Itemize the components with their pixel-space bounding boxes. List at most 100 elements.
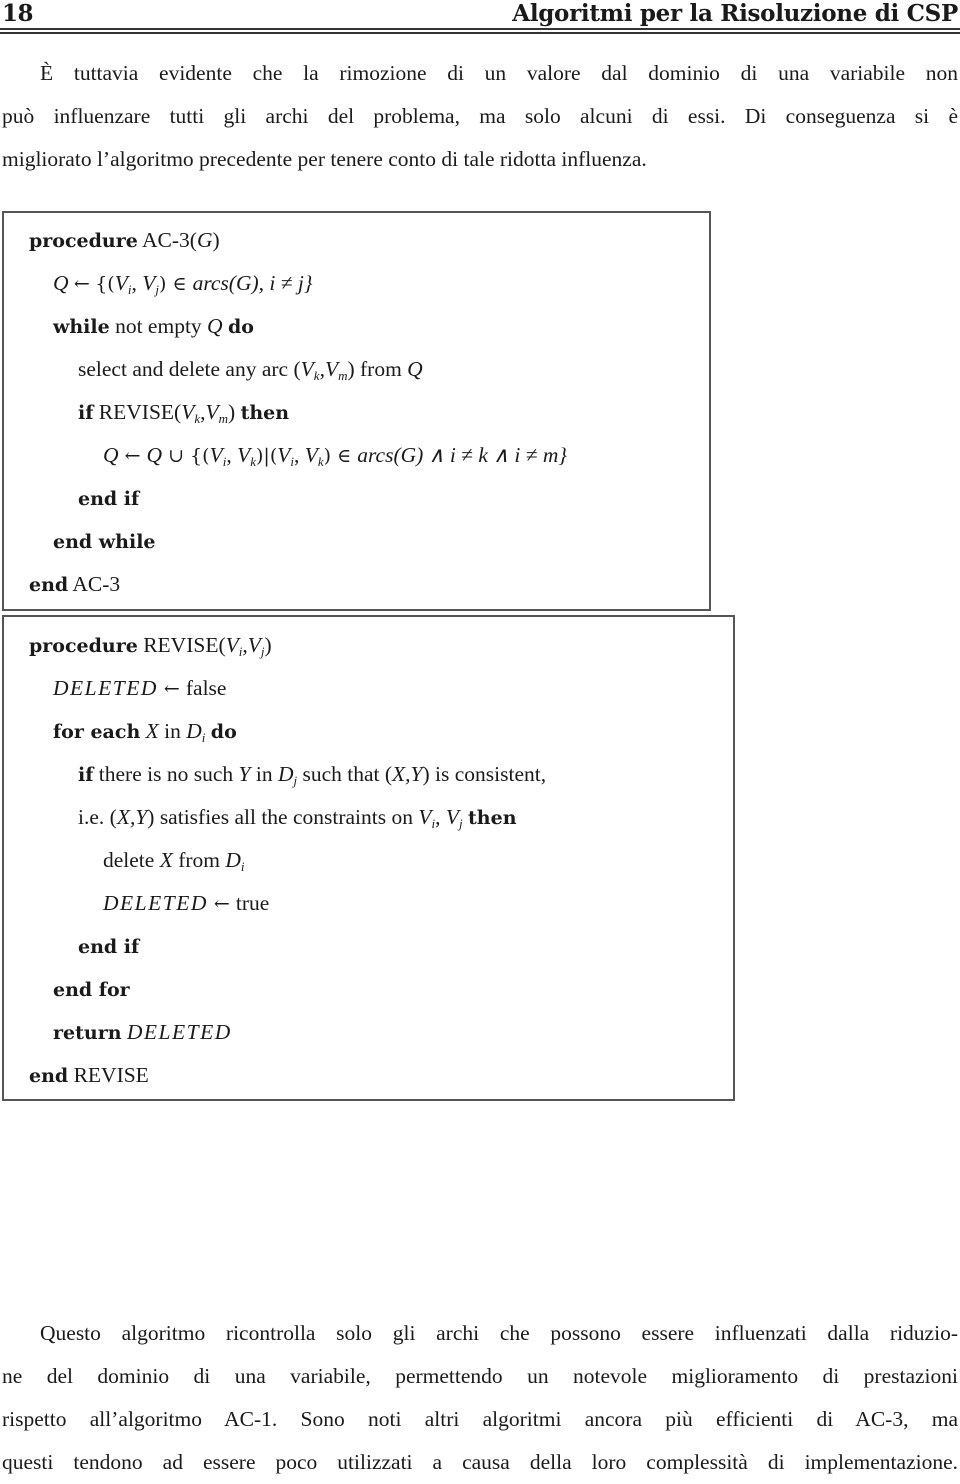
if-text: such that ( [297,762,393,786]
subscript: i [240,859,245,874]
assign-arrow: ← [157,678,186,700]
revise-call: REVISE( [93,400,182,424]
ac3-end-line: end AC-3 [29,569,120,600]
page-header: 18 Algoritmi per la Risoluzione di CSP [0,0,960,34]
keyword-return: return [53,1022,122,1044]
keyword-end-if: end if [78,488,140,510]
revise-set-true-line: DELETED ← true [103,888,269,919]
header-rule-thin [0,32,960,34]
page-number: 18 [2,0,34,27]
comma: , [435,805,446,829]
ac3-if-line: if REVISE(Vk,Vm) then [78,397,289,428]
paren: ) [264,633,272,657]
var-v: V [205,400,219,424]
element-of: ) ∈ [323,445,358,467]
var-x: X [159,848,173,872]
procedure-name: REVISE( [137,633,226,657]
header-rule [0,28,960,30]
keyword-procedure: procedure [29,230,138,252]
var-deleted: DELETED [103,891,208,915]
procedure-name: AC-3 [68,572,121,596]
ac3-header-line: procedure AC-3(G) [29,225,220,256]
comma: , [226,443,238,467]
subscript: j [459,816,463,831]
condition: , i ≠ j} [258,271,313,295]
paren: ) [212,228,220,252]
union-set-open: ∪ {( [162,445,210,467]
running-title: Algoritmi per la Risoluzione di CSP [512,0,958,27]
var-v: V [237,443,251,467]
var-v: V [300,357,314,381]
keyword-then: then [468,807,517,829]
revise-for-line: for each X in Di do [53,716,237,747]
condition: ∧ i ≠ k ∧ i ≠ m} [423,443,568,467]
var-v: V [418,805,432,829]
assign-arrow: ← [118,445,147,467]
ie-text: i.e. ( [78,805,117,829]
var-d: D [277,762,294,786]
arg-g: (G) [393,443,424,467]
ac3-queue-init-line: Q ← {(Vi, Vj) ∈ arcs(G), i ≠ j} [53,268,313,299]
keyword-do: do [210,721,237,743]
revise-end-for-line: end for [53,974,130,1005]
keyword-if: if [78,402,94,424]
revise-return-line: return DELETED [53,1017,232,1048]
var-v: V [225,633,239,657]
delete-text: delete [103,848,160,872]
closing-paragraph: Questo algoritmo ricontrolla solo gli ar… [2,1312,958,1484]
revise-end-if-line: end if [78,931,139,962]
var-deleted: DELETED [126,1020,232,1044]
keyword-for-each: for each [53,721,141,743]
paragraph-line: Questo algoritmo ricontrolla solo gli ar… [40,1321,958,1345]
var-y: Y [238,762,251,786]
var-v: V [247,633,261,657]
keyword-if: if [78,764,94,786]
var-q: Q [207,314,223,338]
var-v: V [181,400,195,424]
procedure-name: REVISE [68,1063,149,1087]
intro-paragraph: È tuttavia evidente che la rimozione di … [2,52,958,181]
comma: , [131,271,143,295]
keyword-end-while: end while [53,531,156,553]
value-true: true [235,891,270,915]
paragraph-line: ne del dominio di una variabile, permett… [2,1364,958,1388]
paragraph-line: questi tendono ad essere poco utilizzati… [2,1450,958,1474]
keyword-end-for: end for [53,979,130,1001]
value-false: false [185,676,227,700]
arg-g: (G) [228,271,259,295]
keyword-end: end [29,574,69,596]
func-arcs: arcs [357,443,394,467]
keyword-while: while [53,316,110,338]
select-text: select and delete any arc ( [78,357,301,381]
func-arcs: arcs [192,271,229,295]
var-xy: X,Y [392,762,423,786]
var-deleted: DELETED [53,676,158,700]
subscript: i [201,730,206,745]
keyword-end: end [29,1065,69,1087]
ac3-while-line: while not empty Q do [53,311,254,342]
var-v: V [304,443,318,467]
var-x: X [145,719,159,743]
keyword-end-if: end if [78,936,140,958]
paren: ) [228,400,241,424]
assign-arrow: ← [73,273,90,295]
var-v: V [277,443,291,467]
keyword-procedure: procedure [29,635,138,657]
revise-header-line: procedure REVISE(Vi,Vj) [29,630,272,661]
from-text: ) from [347,357,408,381]
var-q: Q [407,357,423,381]
assign-arrow: ← [207,893,236,915]
keyword-do: do [227,316,254,338]
ie-text: ) satisfies all the constraints on [147,805,419,829]
if-text: ) is consistent, [422,762,547,786]
keyword-then: then [240,402,290,424]
var-v: V [324,357,339,381]
revise-delete-line: delete X from Di [103,845,245,875]
var-q: Q [103,443,119,467]
var-d: D [225,848,241,872]
revise-end-line: end REVISE [29,1060,149,1091]
ac3-end-while-line: end while [53,526,156,557]
paragraph-line: migliorato l’algoritmo precedente per te… [2,147,647,171]
var-q: Q [53,271,69,295]
procedure-param: G [196,228,213,252]
